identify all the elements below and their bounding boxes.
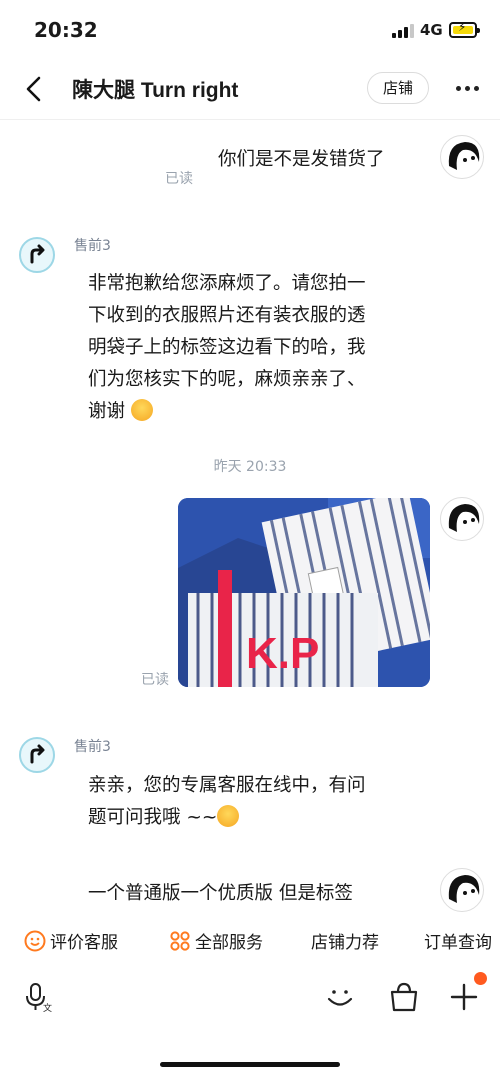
message-line: 明袋子上的标签这边看下的哈，我 xyxy=(88,337,366,358)
more-menu-icon[interactable] xyxy=(454,78,482,98)
shop-recommend-button[interactable]: 店铺力荐 xyxy=(311,928,379,953)
read-status: 已读 xyxy=(141,672,169,688)
read-status: 已读 xyxy=(165,171,193,187)
home-indicator[interactable] xyxy=(160,1062,340,1067)
message-line: 题可问我哦 ~~ xyxy=(88,807,218,828)
time-separator: 昨天 20:33 xyxy=(213,459,287,475)
seller-name: 售前3 xyxy=(74,739,111,755)
photo-message[interactable]: K.P xyxy=(178,498,430,687)
emoji-icon[interactable] xyxy=(323,980,357,1014)
my-avatar[interactable] xyxy=(440,135,484,179)
chat-header: 陳大腿 Turn right 店铺 xyxy=(0,60,500,120)
message-line: 非常抱歉给您添麻烦了。请您拍一 xyxy=(88,273,366,294)
seller-message-text: 非常抱歉给您添麻烦了。请您拍一 下收到的衣服照片还有装衣服的透 明袋子上的标签这… xyxy=(88,268,366,428)
shop-button[interactable]: 店铺 xyxy=(367,72,429,104)
shopping-bag-icon[interactable] xyxy=(387,980,421,1014)
message-line: 亲亲，您的专属客服在线中，有问 xyxy=(88,775,366,796)
voice-input-icon[interactable]: 文 xyxy=(22,980,56,1014)
grid-icon xyxy=(170,931,190,951)
chat-title: 陳大腿 Turn right xyxy=(72,79,239,102)
smiley-icon xyxy=(24,930,46,952)
status-bar: 20:32 4G ⚡ xyxy=(0,0,500,60)
signal-icon xyxy=(392,24,414,38)
my-message-text: 一个普通版一个优质版 但是标签 xyxy=(88,883,353,904)
order-query-button[interactable]: 订单查询 xyxy=(424,928,492,953)
my-avatar[interactable] xyxy=(440,868,484,912)
battery-icon: ⚡ xyxy=(449,20,480,38)
back-arrow-icon[interactable] xyxy=(20,74,50,104)
quick-action-bar: 评价客服 全部服务 店铺力荐 订单查询 xyxy=(0,920,500,964)
my-message-text: 你们是不是发错货了 xyxy=(218,149,385,170)
all-services-button[interactable]: 全部服务 xyxy=(169,928,263,953)
rate-service-button[interactable]: 评价客服 xyxy=(24,928,118,953)
my-avatar[interactable] xyxy=(440,497,484,541)
status-time: 20:32 xyxy=(34,18,98,42)
network-label: 4G xyxy=(420,21,443,39)
seller-message-text: 亲亲，您的专属客服在线中，有问 题可问我哦 ~~ xyxy=(88,770,366,834)
plus-icon[interactable] xyxy=(447,980,481,1014)
seller-name: 售前3 xyxy=(74,238,111,254)
message-line: 谢谢 xyxy=(88,401,126,422)
seller-avatar[interactable] xyxy=(19,237,55,273)
smile-emoji-icon xyxy=(217,805,240,827)
svg-text:文: 文 xyxy=(43,1002,52,1014)
grin-emoji-icon xyxy=(130,399,153,421)
message-line: 们为您核实下的呢，麻烦亲亲了、 xyxy=(88,369,366,390)
notification-dot xyxy=(474,972,487,985)
input-toolbar: 文 xyxy=(0,966,500,1036)
seller-avatar[interactable] xyxy=(19,737,55,773)
message-line: 下收到的衣服照片还有装衣服的透 xyxy=(88,305,366,326)
